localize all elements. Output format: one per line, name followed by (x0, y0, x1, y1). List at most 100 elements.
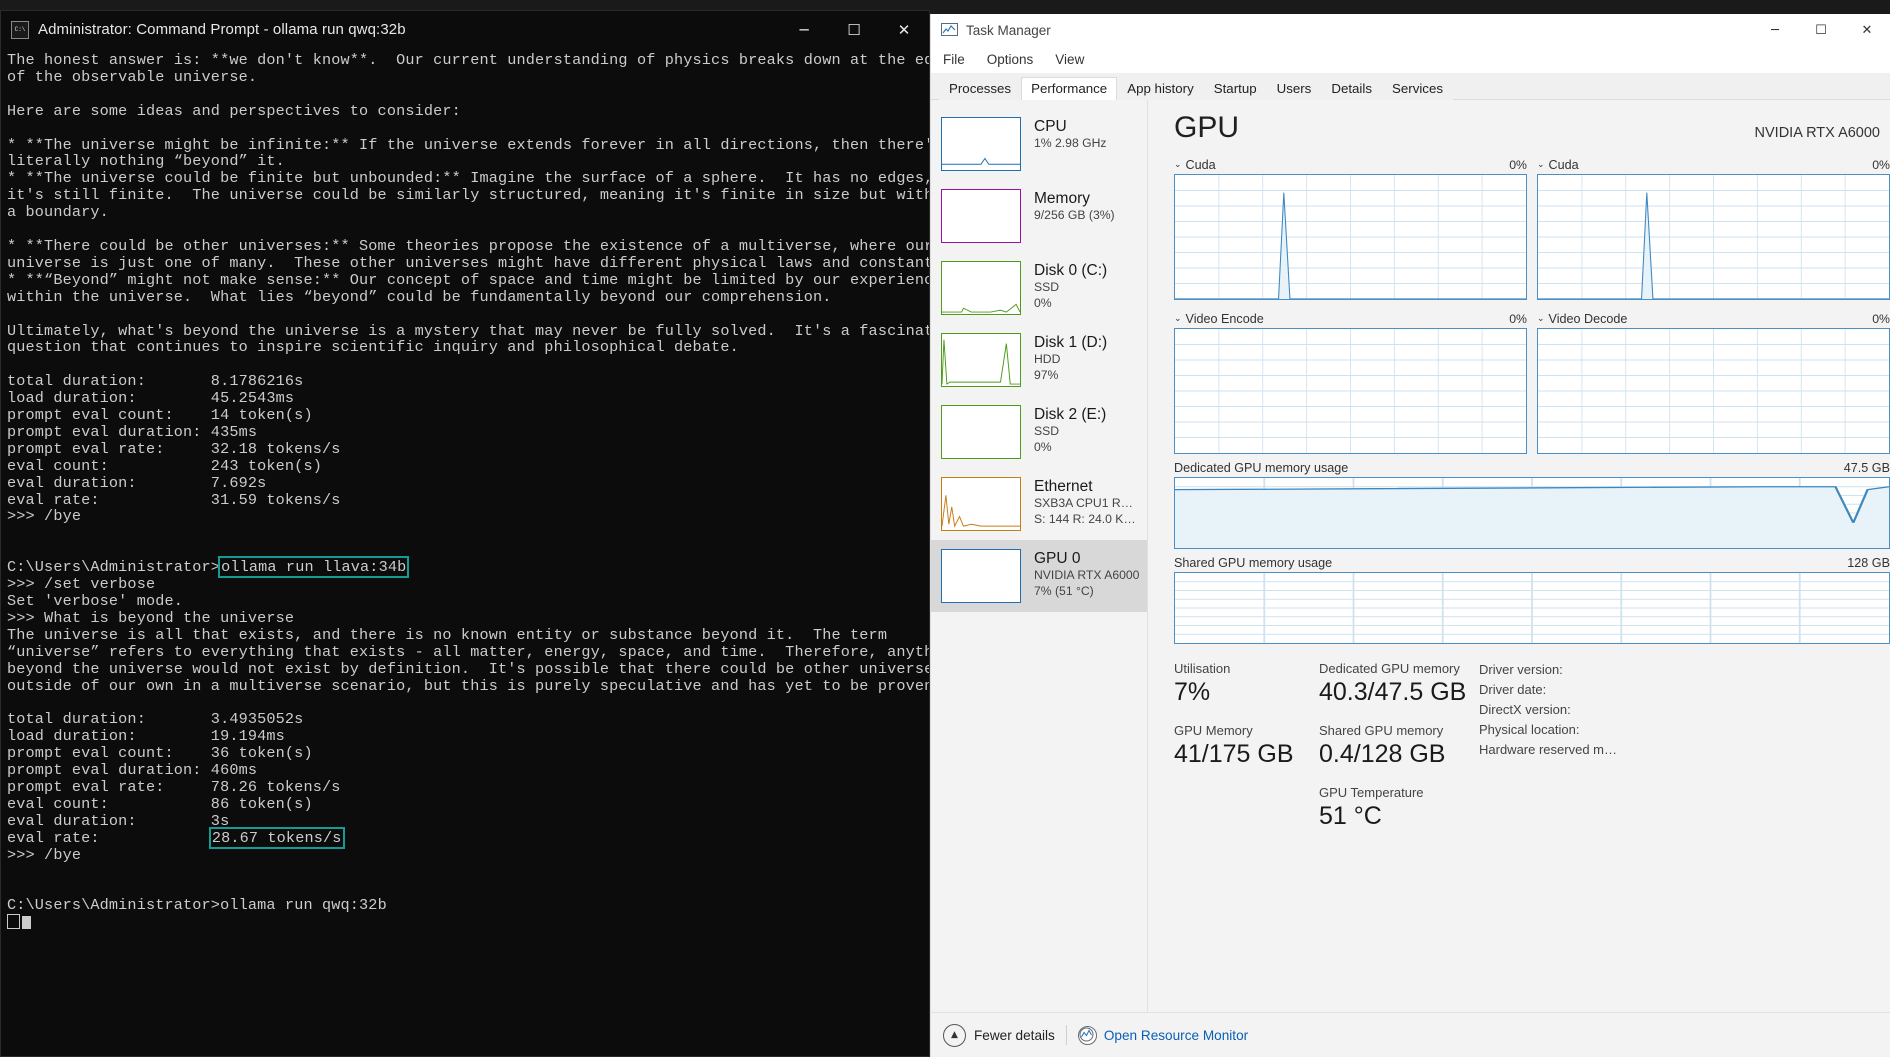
gpu-engine-percent: 0% (1509, 312, 1527, 326)
menu-item-file[interactable]: File (943, 52, 965, 67)
sidebar-item-disk-2-e[interactable]: Disk 2 (E:) SSD 0% (931, 396, 1147, 468)
gpu-engine-header[interactable]: ⌄ Video Encode 0% (1174, 312, 1527, 326)
command-prompt-window: C:\ Administrator: Command Prompt - olla… (0, 10, 930, 1057)
cmd-highlighted-command-1: ollama run llava:34b (218, 556, 410, 579)
chevron-down-icon[interactable]: ⌄ (1174, 314, 1182, 324)
gpu-engine-percent: 0% (1872, 312, 1890, 326)
fewer-details-label: Fewer details (974, 1027, 1055, 1043)
sidebar-item-sub2: 7% (51 °C) (1034, 583, 1094, 598)
sidebar-item-text: Disk 2 (E:) SSD 0% (1034, 405, 1141, 455)
cmd-prompt-path-1: C:\Users\Administrator> (7, 558, 221, 577)
gpu-stats-col-2: Dedicated GPU memory 40.3/47.5 GB Shared… (1319, 660, 1479, 832)
sidebar-item-disk-0-c[interactable]: Disk 0 (C:) SSD 0% (931, 252, 1147, 324)
sidebar-item-text: CPU 1% 2.98 GHz (1034, 117, 1141, 152)
gpu-engine-percent: 0% (1872, 158, 1890, 172)
task-manager-titlebar[interactable]: Task Manager ─ ☐ ✕ (931, 14, 1890, 46)
cmd-stats-block-1: total duration: 8.1786216s load duration… (7, 372, 341, 509)
sidebar-item-text: Disk 0 (C:) SSD 0% (1034, 261, 1141, 311)
dedicated-memory-label-row: Dedicated GPU memory usage 47.5 GB (1174, 461, 1890, 475)
gpu-heading: GPU (1174, 111, 1240, 144)
sidebar-item-sub2: 0% (1034, 295, 1052, 310)
sidebar-item-label: Disk 1 (D:) (1034, 334, 1108, 351)
menu-item-view[interactable]: View (1055, 52, 1084, 67)
tab-processes[interactable]: Processes (939, 77, 1022, 100)
dedicated-memory-max: 47.5 GB (1843, 461, 1890, 475)
sidebar-item-ethernet[interactable]: EthernetSXB3A CPU1 RP1A …S: 144 R: 24.0 … (931, 468, 1147, 540)
gpu-engine-graph (1537, 174, 1890, 300)
terminal-icon: C:\ (11, 20, 29, 39)
sidebar-mini-graph (941, 477, 1021, 531)
task-manager-menubar: File Options View (931, 46, 1890, 73)
cmd-cursor-block (7, 914, 20, 930)
sidebar-item-label: Disk 0 (C:) (1034, 262, 1108, 279)
screen: C:\ Administrator: Command Prompt - olla… (0, 0, 1890, 1057)
sidebar-item-sub1: NVIDIA RTX A6000 (1034, 568, 1140, 582)
task-manager-title: Task Manager (966, 22, 1051, 38)
sidebar-mini-graph (941, 333, 1021, 387)
cmd-answer-block-2: The universe is all that exists, and the… (7, 625, 929, 695)
tab-performance[interactable]: Performance (1021, 77, 1118, 100)
gpu-engine-graph (1174, 328, 1527, 454)
dedicated-gpu-memory-value: 40.3/47.5 GB (1319, 678, 1467, 706)
gpu-info-col: Driver version: Driver date: DirectX versi… (1479, 660, 1617, 832)
gpu-detail-header: GPU NVIDIA RTX A6000 (1174, 110, 1890, 146)
sidebar-item-label: Memory (1034, 190, 1090, 207)
gpu-engine-label: Video Encode (1185, 312, 1264, 326)
gpu-stats-grid: Utilisation 7% GPU Memory 41/175 GB Dedi… (1174, 660, 1890, 832)
chevron-down-icon[interactable]: ⌄ (1537, 314, 1545, 324)
gpu-memory-value: 41/175 GB (1174, 740, 1294, 768)
sidebar-item-memory[interactable]: Memory 9/256 GB (3%) (931, 180, 1147, 252)
tab-services[interactable]: Services (1382, 77, 1453, 100)
sidebar-mini-graph (941, 549, 1021, 603)
sidebar-item-sub2: 97% (1034, 367, 1059, 382)
sidebar-item-label: CPU (1034, 118, 1067, 135)
task-manager-footer: ▲ Fewer details Open Resource Monitor (931, 1012, 1890, 1057)
tab-startup[interactable]: Startup (1203, 77, 1267, 100)
performance-sidebar[interactable]: CPU 1% 2.98 GHz Memory 9/256 GB (3%) Disk 0 … (931, 100, 1148, 1012)
cmd-set-verbose: >>> /set verbose (7, 575, 156, 594)
fewer-details-button[interactable]: ▲ Fewer details (943, 1023, 1055, 1047)
cmd-body: The honest answer is: **we don't know**.… (1, 48, 929, 1056)
cmd-eval-rate-label: eval rate: (7, 828, 211, 847)
sidebar-mini-graph (941, 261, 1021, 315)
gpu-engine-header[interactable]: ⌄ Cuda 0% (1174, 158, 1527, 172)
chevron-down-icon[interactable]: ⌄ (1537, 160, 1545, 170)
gpu-engine-0: ⌄ Cuda 0% (1174, 158, 1527, 300)
menu-item-options[interactable]: Options (987, 52, 1034, 67)
gpu-memory-label: GPU Memory (1174, 723, 1253, 738)
sidebar-item-sub1: SXB3A CPU1 RP1A … (1034, 496, 1141, 510)
dedicated-memory-label: Dedicated GPU memory usage (1174, 461, 1349, 475)
tab-app-history[interactable]: App history (1117, 77, 1204, 100)
sidebar-item-cpu[interactable]: CPU 1% 2.98 GHz (931, 108, 1147, 180)
cmd-console-output[interactable]: The honest answer is: **we don't know**.… (1, 48, 929, 1056)
cmd-window-title: Administrator: Command Prompt - ollama r… (38, 21, 406, 38)
tm-maximize-button[interactable]: ☐ (1798, 14, 1844, 46)
tm-minimize-button[interactable]: ─ (1752, 14, 1798, 46)
cmd-eval-rate-row-2: eval rate: 28.67 tokens/s (7, 826, 345, 849)
cmd-minimize-button[interactable]: ─ (779, 11, 829, 48)
cmd-maximize-button[interactable]: ☐ (829, 11, 879, 48)
cmd-bye-1: >>> /bye (7, 507, 82, 526)
gpu-temperature-label: GPU Temperature (1319, 785, 1424, 800)
sidebar-item-text: Disk 1 (D:) HDD 97% (1034, 333, 1141, 383)
cmd-close-button[interactable]: ✕ (879, 11, 929, 48)
cmd-highlighted-eval-rate: 28.67 tokens/s (208, 826, 345, 849)
sidebar-item-gpu-0[interactable]: GPU 0 NVIDIA RTX A6000 7% (51 °C) (931, 540, 1147, 612)
cmd-titlebar[interactable]: C:\ Administrator: Command Prompt - olla… (1, 11, 929, 48)
gpu-engine-header[interactable]: ⌄ Video Decode 0% (1537, 312, 1890, 326)
tab-details[interactable]: Details (1321, 77, 1382, 100)
chevron-down-icon[interactable]: ⌄ (1174, 160, 1182, 170)
tm-close-button[interactable]: ✕ (1844, 14, 1890, 46)
sidebar-item-sub1: 1% 2.98 GHz (1034, 136, 1107, 150)
cmd-window-buttons: ─ ☐ ✕ (779, 11, 929, 48)
cmd-stats-block-2: total duration: 3.4935052s load duration… (7, 710, 341, 830)
utilisation-label: Utilisation (1174, 661, 1231, 676)
open-resource-monitor-link[interactable]: Open Resource Monitor (1077, 1025, 1248, 1045)
gpu-engine-2: ⌄ Video Encode 0% (1174, 312, 1527, 454)
sidebar-item-disk-1-d[interactable]: Disk 1 (D:) HDD 97% (931, 324, 1147, 396)
sidebar-item-sub1: SSD (1034, 280, 1060, 294)
tab-users[interactable]: Users (1266, 77, 1322, 100)
sidebar-item-sub1: 9/256 GB (3%) (1034, 208, 1115, 222)
gpu-engine-header[interactable]: ⌄ Cuda 0% (1537, 158, 1890, 172)
sidebar-item-text: Memory 9/256 GB (3%) (1034, 189, 1141, 224)
